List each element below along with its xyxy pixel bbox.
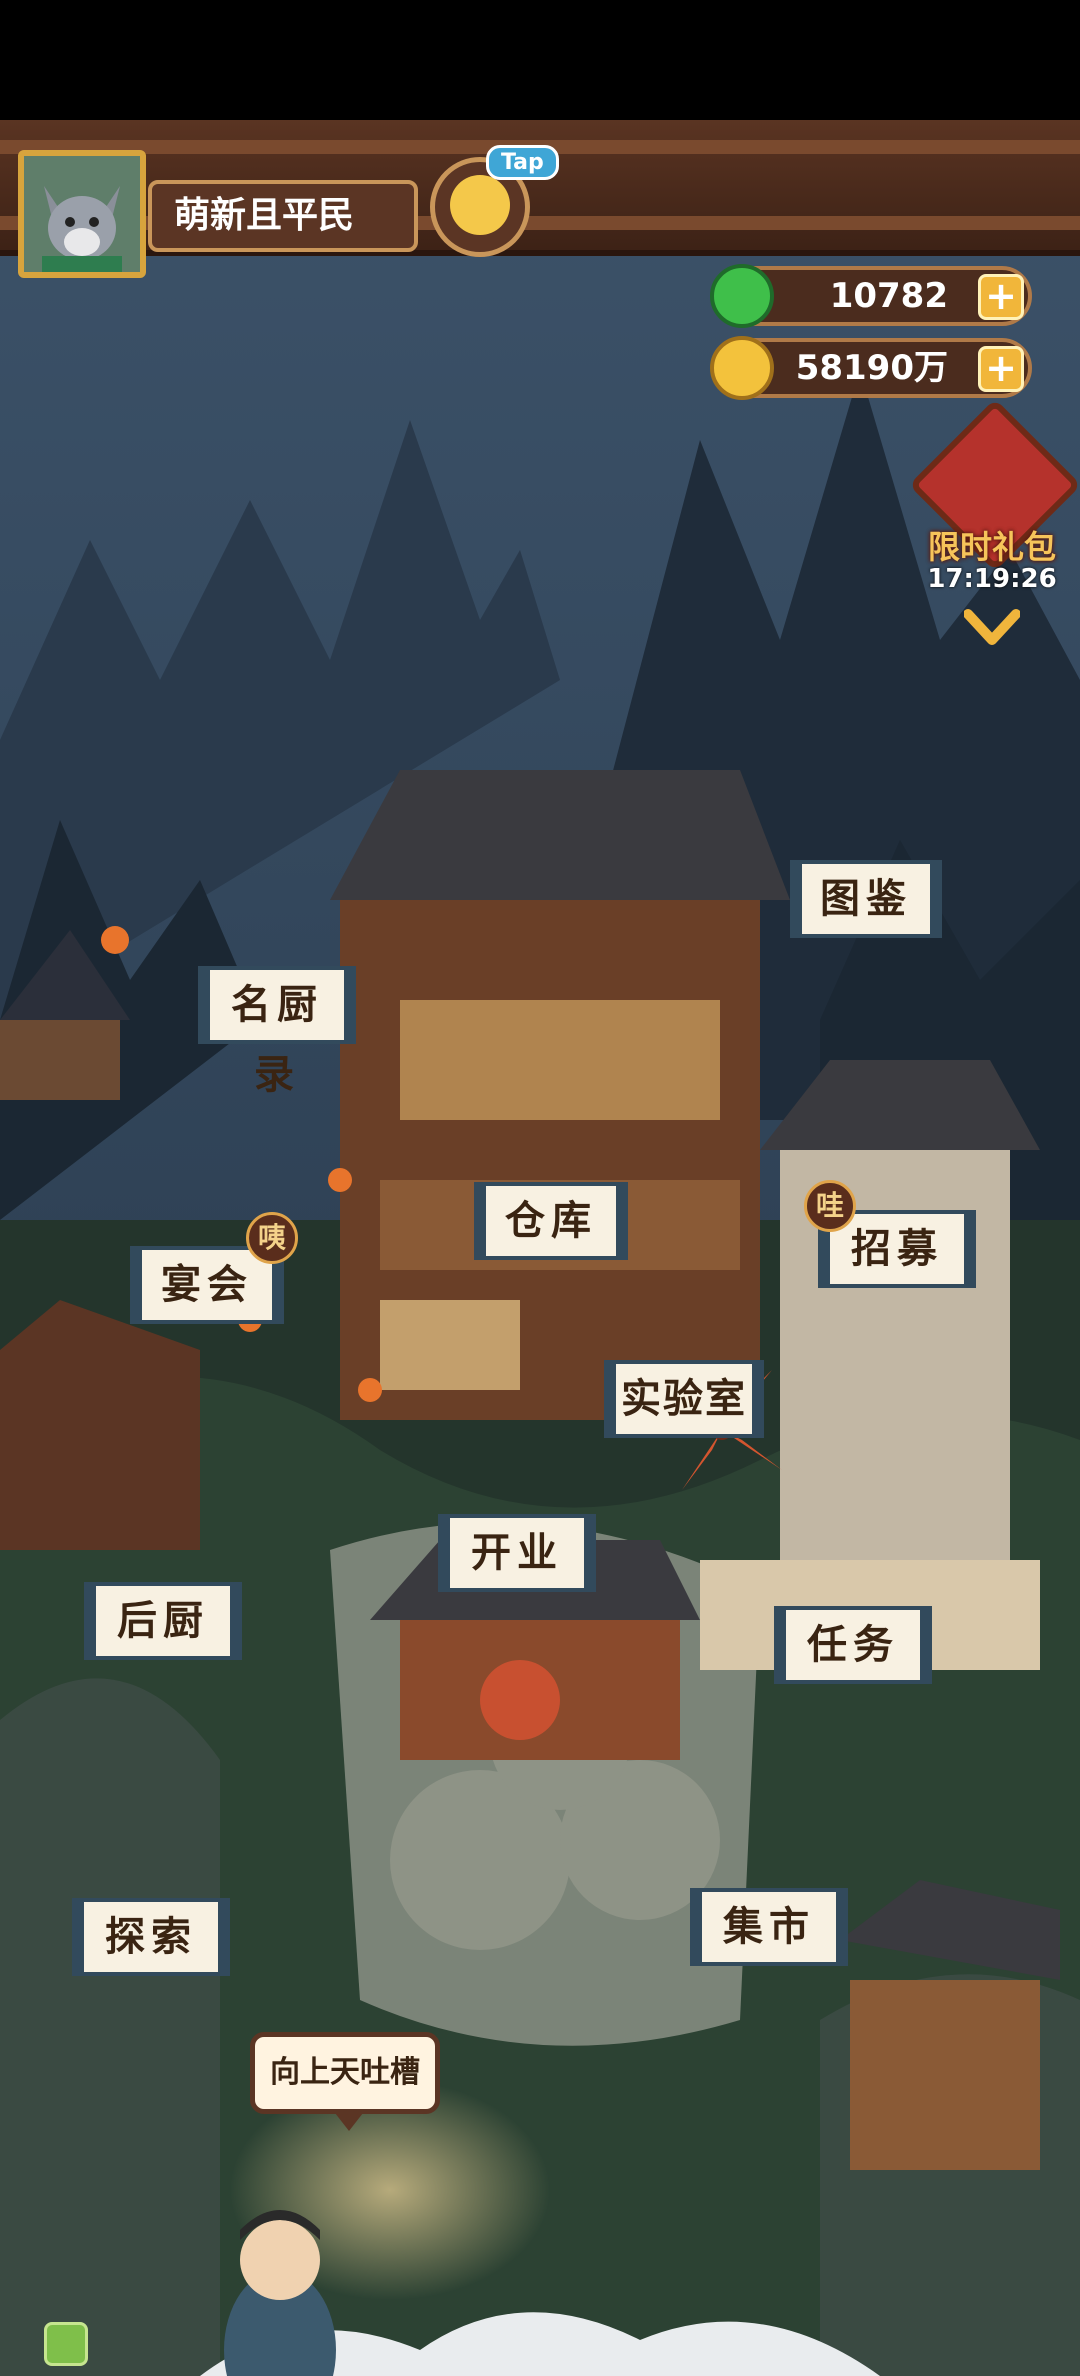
gift-timer: 17:19:26 (927, 564, 1057, 594)
market-sign[interactable]: 集市 (690, 1888, 848, 1966)
explore-sign[interactable]: 探索 (72, 1898, 230, 1976)
tap-badge: Tap (486, 145, 559, 180)
player-profile[interactable]: 萌新且平民 (18, 150, 418, 280)
famous-chefs-sign[interactable]: 名厨录 (198, 966, 356, 1098)
kitchen-sign[interactable]: 后厨 (84, 1582, 242, 1660)
game-screen: 萌新且平民 Tap 10782 + 58190万 + 限时礼包 17:19:26… (0, 0, 1080, 2376)
wolf-avatar-icon (24, 156, 140, 272)
add-coins-button[interactable]: + (978, 346, 1024, 392)
player-avatar[interactable] (18, 150, 146, 278)
gold-coin-icon (710, 336, 774, 400)
status-bar (0, 0, 1080, 120)
chick-mascot-icon (450, 175, 510, 235)
npc-speech-bubble[interactable]: 向上天吐槽 (250, 2032, 440, 2131)
catalog-sign[interactable]: 图鉴 (790, 860, 942, 938)
jade-currency-bar[interactable]: 10782 + (710, 264, 1032, 328)
laboratory-sign[interactable]: 实验室 (604, 1360, 764, 1438)
add-jade-button[interactable]: + (978, 274, 1024, 320)
corner-menu-button[interactable] (44, 2322, 88, 2366)
warehouse-sign[interactable]: 仓库 (474, 1182, 628, 1260)
gift-label: 限时礼包 (927, 528, 1056, 566)
green-jade-icon (710, 264, 774, 328)
jade-amount: 10782 (829, 276, 948, 316)
limited-gift-pack[interactable]: 限时礼包 17:19:26 (908, 398, 1080, 664)
tap-mascot-button[interactable]: Tap (430, 145, 559, 265)
recruit-badge: 哇 (804, 1180, 856, 1232)
open-business-sign[interactable]: 开业 (438, 1514, 596, 1592)
coin-amount: 58190万 (795, 348, 948, 388)
coin-currency-bar[interactable]: 58190万 + (710, 336, 1032, 400)
player-name: 萌新且平民 (148, 180, 418, 252)
tasks-sign[interactable]: 任务 (774, 1606, 932, 1684)
chevron-down-icon[interactable] (964, 608, 1020, 648)
banquet-badge: 咦 (246, 1212, 298, 1264)
